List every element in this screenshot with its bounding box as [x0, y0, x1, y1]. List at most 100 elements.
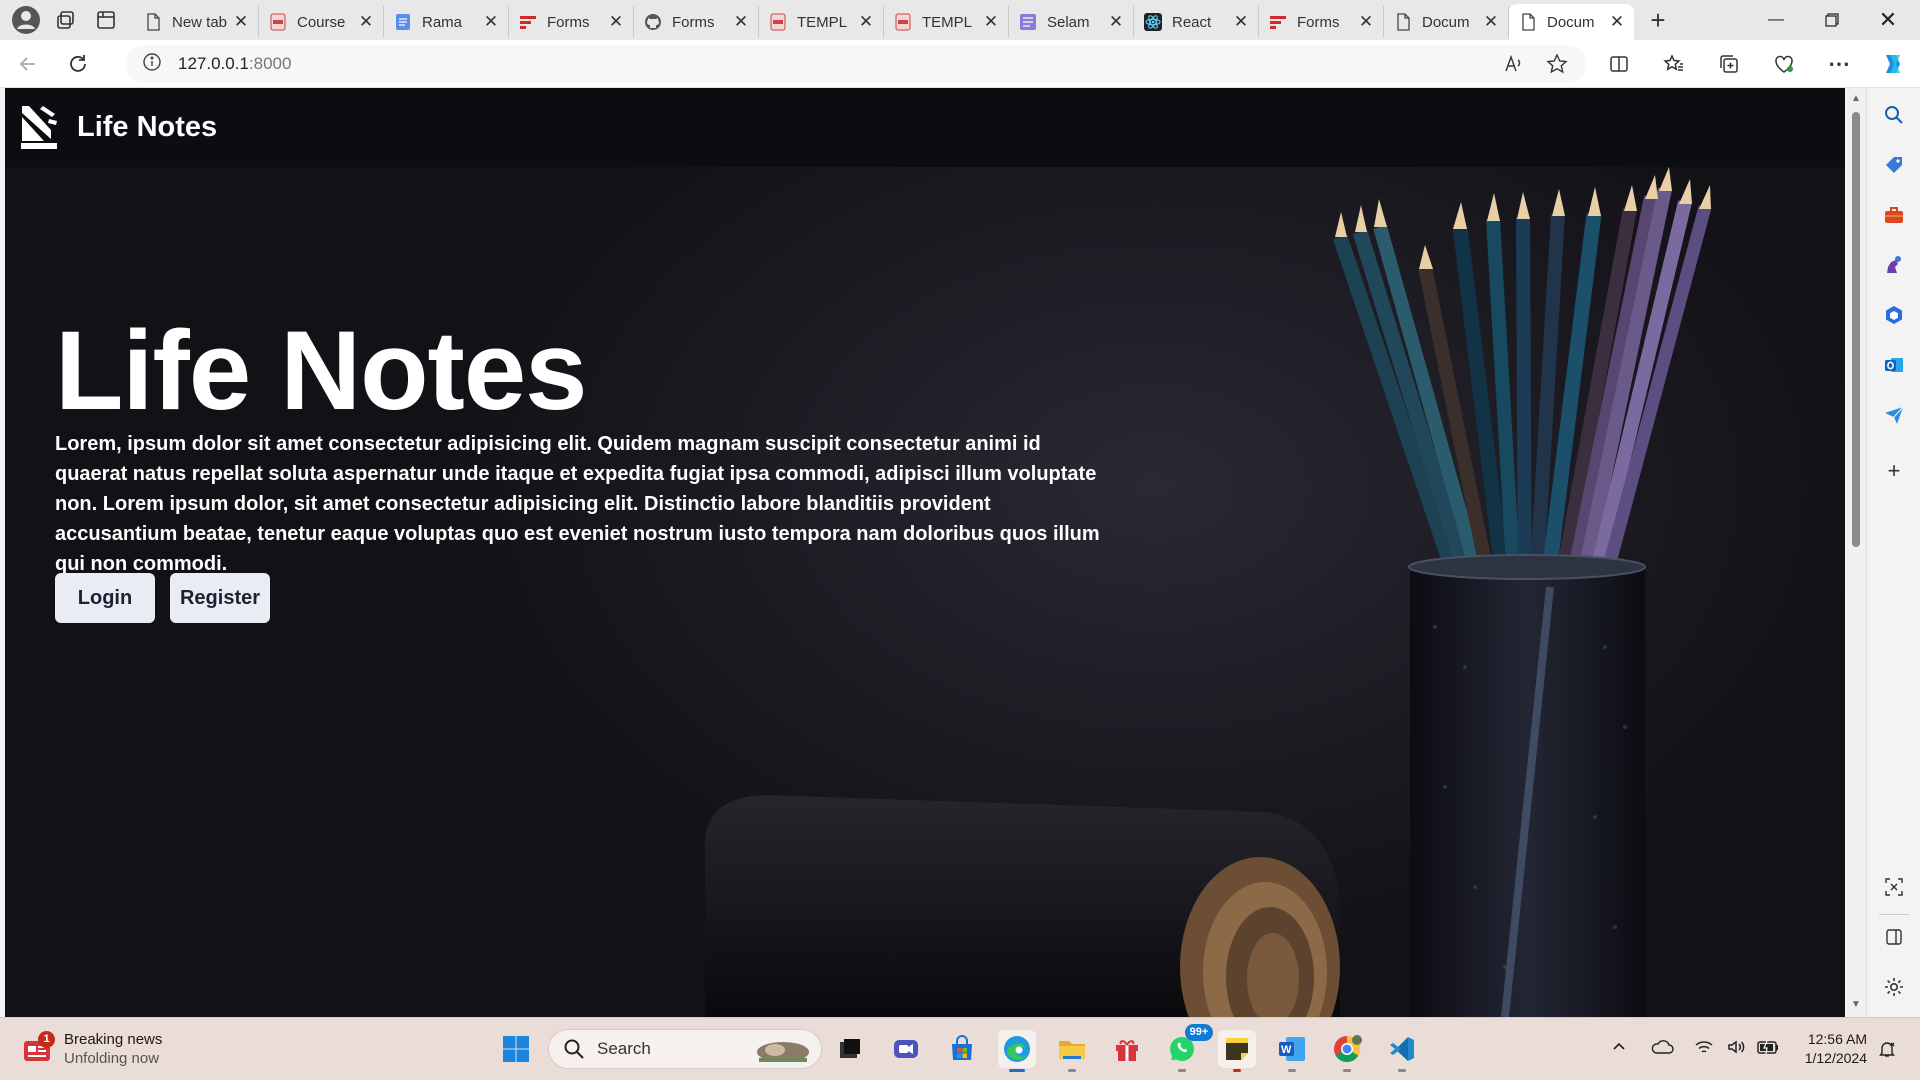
site-info-icon[interactable]: [142, 52, 162, 77]
notes-icon: [1019, 13, 1037, 31]
register-button[interactable]: Register: [170, 573, 270, 623]
close-tab-icon[interactable]: ✕: [232, 12, 250, 32]
clock-time: 12:56 AM: [1807, 1031, 1867, 1047]
page-scrollbar[interactable]: ▲ ▼: [1847, 88, 1865, 1017]
address-bar[interactable]: 127.0.0.1:8000: [126, 45, 1586, 83]
tab-title: TEMPL: [797, 13, 848, 31]
browser-tab[interactable]: New tab ✕: [134, 6, 259, 38]
browser-tab[interactable]: Selam ✕: [1009, 6, 1134, 38]
wifi-icon[interactable]: [1694, 1038, 1714, 1061]
tab-active[interactable]: Docum ✕: [1509, 4, 1634, 40]
volume-icon[interactable]: [1726, 1038, 1746, 1061]
browser-tab[interactable]: TEMPL ✕: [884, 6, 1009, 38]
refresh-button[interactable]: [58, 44, 98, 84]
sidebar-toggle-icon[interactable]: [1881, 924, 1907, 950]
chevron-up-icon[interactable]: [1610, 1038, 1628, 1061]
browser-tab[interactable]: Forms ✕: [634, 6, 759, 38]
games-icon[interactable]: [1881, 252, 1907, 278]
onedrive-cloud-icon[interactable]: [1650, 1038, 1674, 1061]
battery-icon[interactable]: [1756, 1038, 1780, 1061]
news-widget[interactable]: 1 Breaking news Unfolding now: [22, 1030, 162, 1068]
taskbar-search-label: Search: [597, 1039, 651, 1058]
outlook-icon[interactable]: [1881, 352, 1907, 378]
scroll-down-arrow-icon[interactable]: ▼: [1851, 1000, 1861, 1010]
favorites-icon[interactable]: [1654, 44, 1694, 84]
file-explorer-button[interactable]: [1053, 1030, 1091, 1072]
browser-essentials-icon[interactable]: [1764, 44, 1804, 84]
browser-tab[interactable]: Forms ✕: [1259, 6, 1384, 38]
more-menu-icon[interactable]: ⋯: [1819, 44, 1859, 84]
page-icon: [1519, 13, 1537, 31]
close-tab-icon[interactable]: ✕: [1107, 12, 1125, 32]
browser-tab[interactable]: Forms ✕: [509, 6, 634, 38]
taskbar-search[interactable]: Search: [548, 1029, 822, 1069]
logo-icon[interactable]: [19, 103, 61, 153]
collections-icon[interactable]: [1709, 44, 1749, 84]
tools-briefcase-icon[interactable]: [1881, 202, 1907, 228]
back-button[interactable]: [8, 44, 48, 84]
tab-actions-icon[interactable]: [86, 0, 126, 40]
close-tab-icon[interactable]: ✕: [357, 12, 375, 32]
scroll-up-arrow-icon[interactable]: ▲: [1851, 94, 1861, 104]
page-icon: [1394, 13, 1412, 31]
close-tab-icon[interactable]: ✕: [1357, 12, 1375, 32]
sticky-notes-button[interactable]: [1218, 1030, 1256, 1072]
edge-taskbar-button[interactable]: [998, 1030, 1036, 1072]
login-button[interactable]: Login: [55, 573, 155, 623]
close-tab-icon[interactable]: ✕: [732, 12, 750, 32]
search-icon[interactable]: [1881, 102, 1907, 128]
read-aloud-icon[interactable]: [1504, 54, 1524, 79]
news-title: Breaking news: [64, 1031, 163, 1048]
hero-description: Lorem, ipsum dolor sit amet consectetur …: [55, 433, 1100, 575]
restore-button[interactable]: [1804, 0, 1860, 40]
task-view-button[interactable]: [831, 1030, 869, 1068]
tab-title: Forms: [1297, 13, 1340, 31]
tab-title: Docum: [1547, 13, 1595, 31]
vscode-button[interactable]: [1383, 1030, 1421, 1072]
pdf-icon: [269, 13, 287, 31]
browser-tab[interactable]: TEMPL ✕: [759, 6, 884, 38]
notifications-bell-icon[interactable]: [1878, 1040, 1896, 1063]
browser-tab[interactable]: React ✕: [1134, 6, 1259, 38]
screenshot-icon[interactable]: [1881, 874, 1907, 900]
teams-meet-button[interactable]: [887, 1030, 925, 1068]
tab-list: New tab ✕ Course ✕ Rama ✕ Forms ✕ Forms ✕ TEMPL ✕ TE…: [134, 0, 1634, 40]
close-tab-icon[interactable]: ✕: [1608, 12, 1626, 32]
start-button[interactable]: [497, 1030, 535, 1068]
close-tab-icon[interactable]: ✕: [1232, 12, 1250, 32]
browser-tab[interactable]: Docum ✕: [1384, 6, 1509, 38]
microsoft-store-button[interactable]: [943, 1030, 981, 1068]
new-tab-button[interactable]: +: [1640, 2, 1676, 38]
favorite-star-icon[interactable]: [1546, 53, 1568, 80]
scrollbar-thumb[interactable]: [1852, 112, 1860, 547]
gift-app-button[interactable]: [1108, 1030, 1146, 1068]
chrome-button[interactable]: [1328, 1030, 1366, 1072]
send-icon[interactable]: [1881, 402, 1907, 428]
close-tab-icon[interactable]: ✕: [482, 12, 500, 32]
browser-tab[interactable]: Rama ✕: [384, 6, 509, 38]
split-screen-icon[interactable]: [1599, 44, 1639, 84]
site-brand[interactable]: Life Notes: [77, 111, 217, 144]
close-tab-icon[interactable]: ✕: [607, 12, 625, 32]
close-tab-icon[interactable]: ✕: [857, 12, 875, 32]
whatsapp-button[interactable]: 99+: [1163, 1024, 1213, 1072]
copilot-icon[interactable]: [1873, 44, 1913, 84]
taskbar-clock[interactable]: 12:56 AM 1/12/2024: [1795, 1030, 1867, 1068]
browser-tab[interactable]: Course ✕: [259, 6, 384, 38]
shopping-tag-icon[interactable]: [1881, 152, 1907, 178]
url-port: :8000: [248, 54, 292, 73]
minimize-button[interactable]: —: [1748, 0, 1804, 40]
close-tab-icon[interactable]: ✕: [982, 12, 1000, 32]
tab-title: Forms: [672, 13, 715, 31]
settings-gear-icon[interactable]: [1881, 974, 1907, 1000]
windows-taskbar: 1 Breaking news Unfolding now Search 99+: [0, 1017, 1920, 1080]
close-tab-icon[interactable]: ✕: [1482, 12, 1500, 32]
word-button[interactable]: W: [1273, 1030, 1311, 1072]
workspaces-icon[interactable]: [46, 0, 86, 40]
add-icon[interactable]: +: [1881, 458, 1907, 484]
profile-icon[interactable]: [6, 0, 46, 40]
microsoft-365-icon[interactable]: [1881, 302, 1907, 328]
running-indicator: [1288, 1069, 1296, 1072]
hero-section: Life Notes Lorem, ipsum dolor sit amet c…: [5, 167, 1845, 1017]
close-window-button[interactable]: ✕: [1860, 0, 1916, 40]
